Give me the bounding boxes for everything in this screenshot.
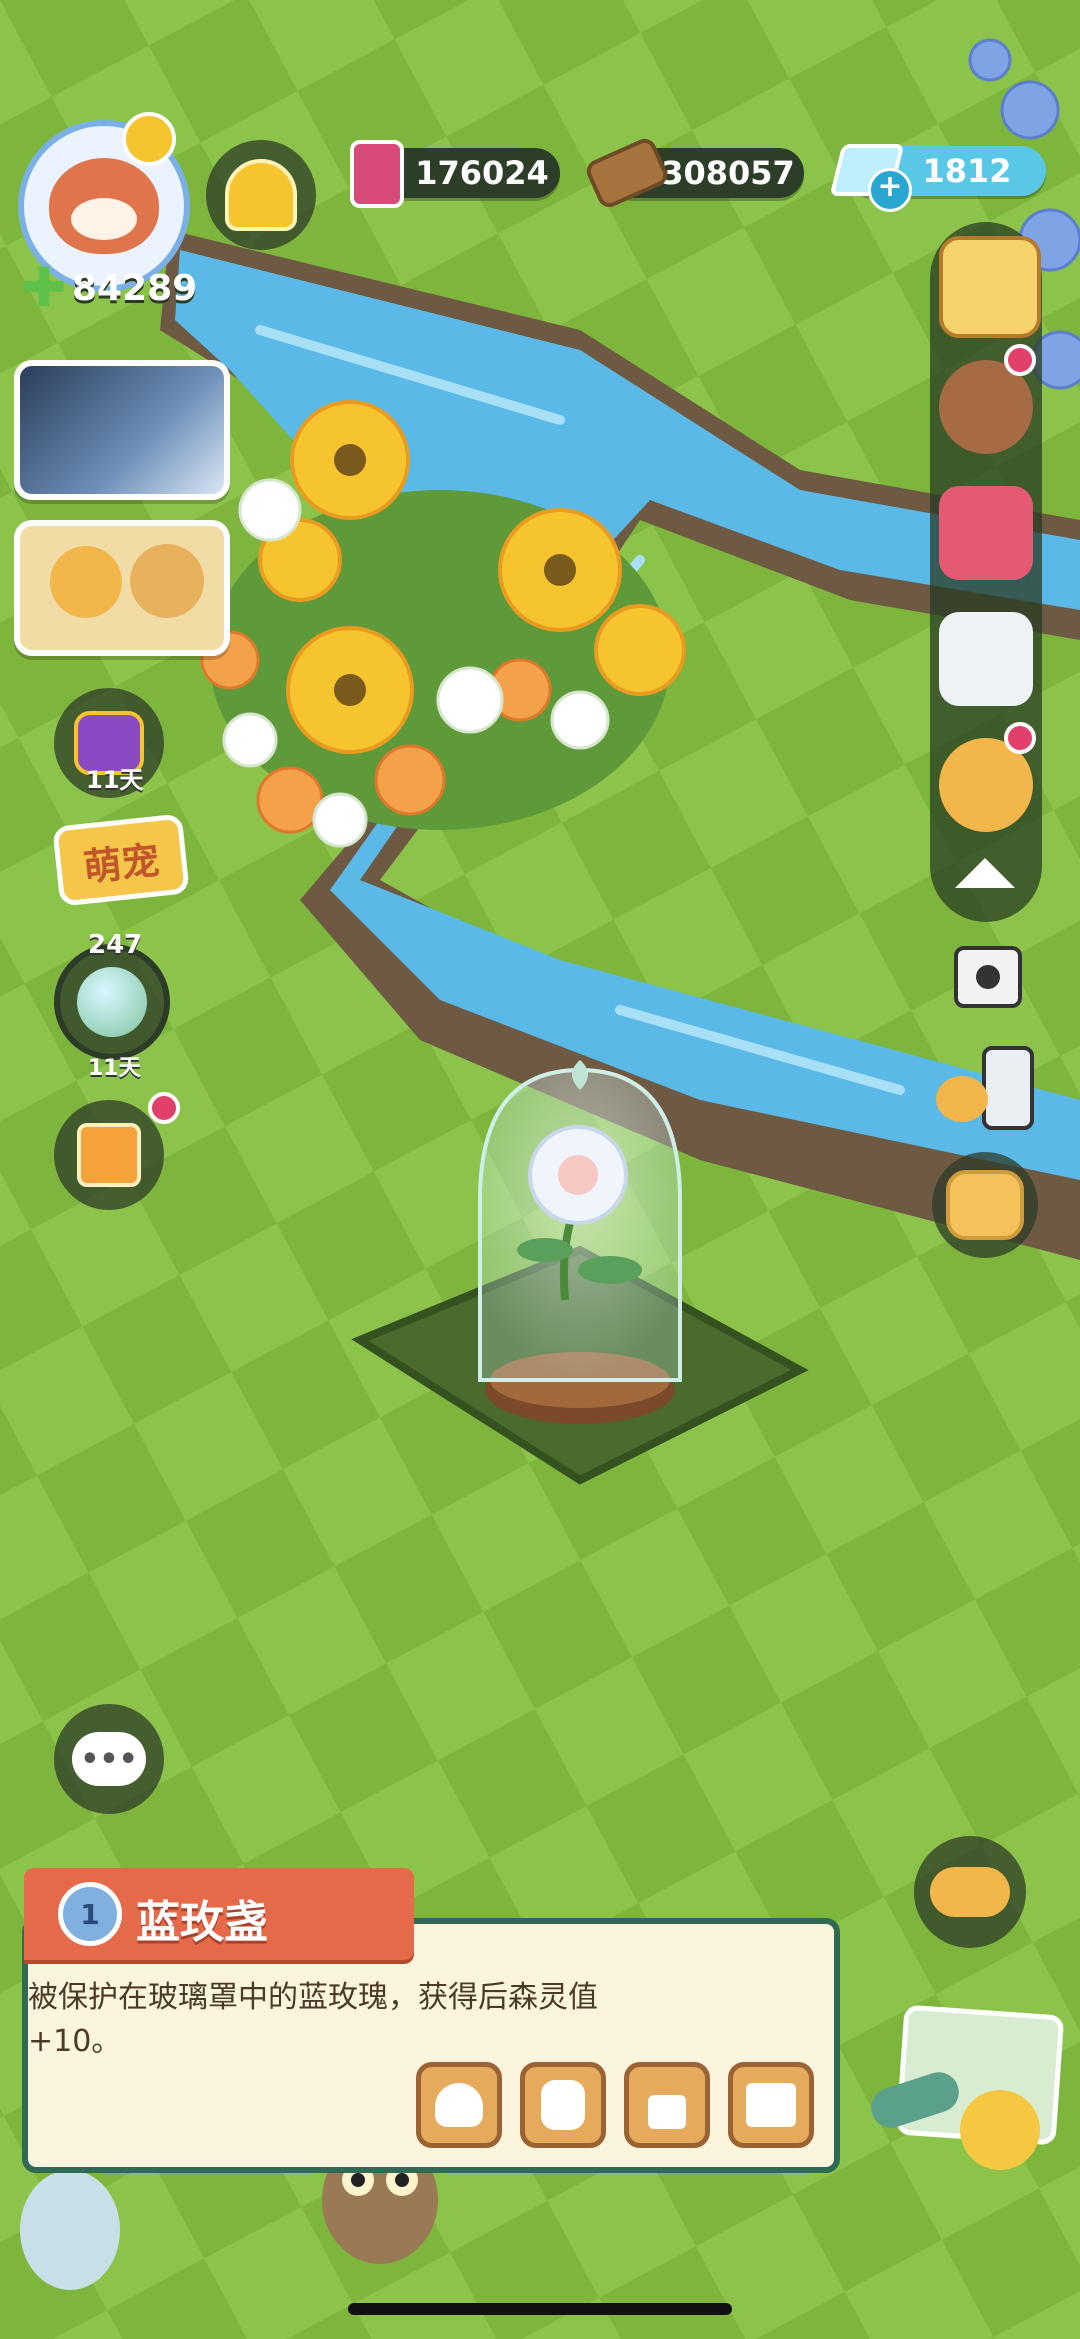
level-badge: 1 [58, 1882, 122, 1946]
store-in-backpack-button[interactable] [520, 2062, 606, 2148]
shop-icon[interactable] [939, 236, 1041, 338]
backpack-button[interactable] [932, 1152, 1038, 1258]
collapse-menu-button[interactable] [952, 848, 1018, 898]
camera-icon [976, 965, 1000, 989]
backpack-icon [541, 2080, 585, 2130]
backpack-icon [946, 1170, 1024, 1240]
description-line-1: 被保护在玻璃罩中的蓝玫瑰，获得后森灵值 [28, 1980, 598, 2015]
chat-bubble-icon: ••• [72, 1732, 146, 1786]
description-line-2: +10。 [28, 2024, 122, 2059]
map-button[interactable] [860, 2000, 1070, 2200]
album-icon[interactable] [939, 486, 1033, 580]
event-thumbnail-2[interactable] [14, 520, 230, 656]
item-title-banner: 1 蓝玫盏 [24, 1868, 414, 1960]
item-description: 被保护在玻璃罩中的蓝玫瑰，获得后森灵值 +10。 [28, 1976, 818, 2064]
clover-icon: ✚ [21, 256, 67, 319]
orb-count: 247 [88, 930, 143, 960]
clover-count: 84289 [72, 268, 198, 309]
orb-timer: 11天 [88, 1056, 141, 1081]
gift-icon [77, 1123, 141, 1187]
red-panda-icon [49, 158, 159, 254]
triangle-up-icon [955, 858, 1015, 888]
orb-button[interactable] [54, 944, 170, 1060]
sun-icon [122, 112, 176, 166]
duck-icon [960, 2090, 1040, 2170]
notification-dot [1004, 722, 1036, 754]
event-thumbnail-1[interactable] [14, 360, 230, 500]
phone-icon [982, 1046, 1034, 1130]
jam-jar-icon [350, 140, 404, 208]
add-gems-button[interactable]: + [868, 168, 912, 212]
chicks-heart-icon [930, 1867, 1010, 1917]
item-level: 1 [80, 1897, 100, 1931]
unlock-icon [648, 2095, 686, 2129]
announcement-button[interactable] [206, 140, 316, 250]
orb-icon [77, 967, 147, 1037]
chick-icon [936, 1076, 988, 1122]
notification-dot [1004, 344, 1036, 376]
gift-button[interactable] [54, 1100, 164, 1210]
unlock-button[interactable] [624, 2062, 710, 2148]
feed-button[interactable] [416, 2062, 502, 2148]
phone-button[interactable] [936, 1046, 1036, 1130]
pet-badge-label: 萌宠 [81, 837, 162, 890]
notification-dot [148, 1092, 180, 1124]
remote-icon[interactable] [939, 612, 1033, 706]
item-name: 蓝玫盏 [136, 1897, 268, 1948]
camera-button[interactable] [954, 946, 1022, 1008]
chat-button[interactable]: ••• [54, 1704, 164, 1814]
bird-icon [130, 544, 204, 618]
social-button[interactable] [914, 1836, 1026, 1948]
bell-icon [225, 159, 297, 231]
bird-icon [50, 546, 122, 618]
duck-feed-icon [435, 2083, 483, 2127]
collect-button[interactable] [728, 2062, 814, 2148]
home-indicator [348, 2303, 732, 2315]
box-download-icon [746, 2083, 796, 2127]
pet-badge[interactable]: 萌宠 [52, 813, 190, 907]
event-timer: 11天 [86, 766, 144, 794]
